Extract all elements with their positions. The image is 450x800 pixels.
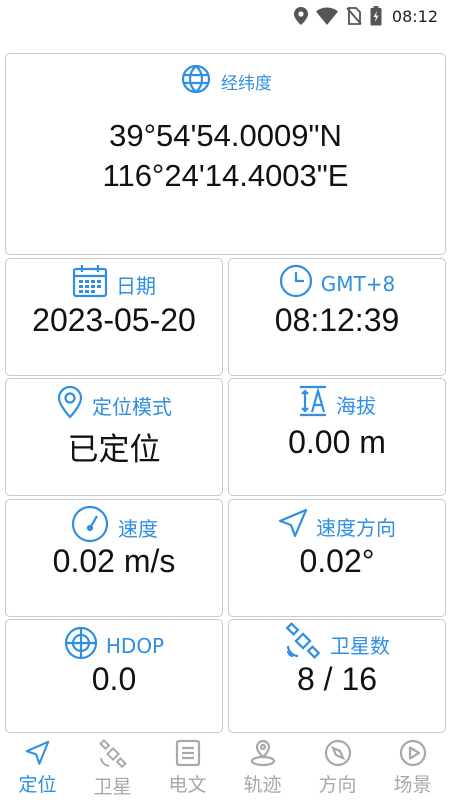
heading-header: 速度方向 — [229, 508, 445, 544]
tab-track[interactable]: 轨迹 — [225, 735, 300, 800]
date-header: 日期 — [6, 264, 222, 304]
altitude-icon — [298, 385, 328, 423]
wifi-icon — [315, 7, 338, 25]
speed-label: 速度 — [118, 516, 158, 541]
satellites-label: 卫星数 — [330, 633, 390, 658]
hdop-value: 0.0 — [91, 661, 137, 697]
globe-icon — [179, 64, 213, 99]
altitude-header: 海拔 — [229, 385, 445, 423]
hdop-card: HDOP 0.0 — [5, 619, 223, 733]
crosshair-icon — [64, 626, 98, 666]
clock-icon — [279, 264, 313, 304]
document-icon — [174, 739, 202, 767]
track-pin-icon — [249, 739, 277, 767]
tab-location[interactable]: 定位 — [0, 735, 75, 800]
tab-direction[interactable]: 方向 — [300, 735, 375, 800]
time-card: GMT+8 08:12:39 — [228, 258, 446, 376]
latitude-value: 39°54'54.0009"N — [109, 118, 342, 153]
satellites-value: 8 / 16 — [296, 661, 378, 697]
altitude-label: 海拔 — [336, 393, 376, 418]
status-icons: 08:12 — [293, 6, 438, 26]
compass-icon — [324, 739, 352, 767]
tab-label: 电文 — [168, 774, 207, 796]
tab-label: 轨迹 — [243, 774, 282, 796]
tab-label: 定位 — [18, 774, 57, 796]
satellites-header: 卫星数 — [229, 622, 445, 666]
tab-messages[interactable]: 电文 — [150, 735, 225, 800]
heading-value: 0.02° — [299, 543, 375, 579]
play-circle-icon — [399, 739, 427, 767]
status-bar: 08:12 — [0, 0, 450, 34]
coordinates-label: 经纬度 — [221, 74, 272, 94]
altitude-card: 海拔 0.00 m — [228, 378, 446, 496]
speed-direction-card: 速度方向 0.02° — [228, 499, 446, 617]
timezone-label: GMT+8 — [320, 272, 396, 296]
status-time: 08:12 — [391, 6, 438, 26]
coordinates-header: 经纬度 — [6, 64, 445, 99]
calendar-icon — [72, 264, 108, 304]
no-sim-icon — [346, 7, 362, 25]
tab-label: 场景 — [393, 774, 432, 796]
date-card: 日期 2023-05-20 — [5, 258, 223, 376]
satellite-icon — [98, 739, 128, 769]
tab-label: 方向 — [318, 774, 357, 796]
tab-satellites[interactable]: 卫星 — [75, 735, 150, 800]
time-value: 08:12:39 — [274, 302, 400, 338]
location-icon — [293, 7, 308, 25]
mode-value: 已定位 — [67, 432, 161, 468]
time-header: GMT+8 — [229, 264, 445, 304]
mode-label: 定位模式 — [92, 394, 172, 419]
heading-label: 速度方向 — [316, 515, 396, 540]
location-mode-card: 定位模式 已定位 — [5, 378, 223, 496]
navigation-arrow-icon — [278, 508, 308, 544]
tab-label: 卫星 — [93, 776, 132, 798]
coordinates-card: 经纬度 39°54'54.0009"N 116°24'14.4003"E — [5, 53, 446, 255]
satellite-count-card: 卫星数 8 / 16 — [228, 619, 446, 733]
bottom-tab-bar: 定位 卫星 电文 轨迹 方向 场景 — [0, 735, 450, 800]
date-label: 日期 — [116, 273, 156, 298]
date-value: 2023-05-20 — [32, 302, 196, 338]
satellite-icon — [284, 622, 322, 666]
mode-header: 定位模式 — [6, 385, 222, 425]
location-pin-icon — [56, 385, 84, 425]
hdop-header: HDOP — [6, 626, 222, 666]
altitude-value: 0.00 m — [288, 424, 386, 460]
speed-value: 0.02 m/s — [52, 543, 176, 579]
longitude-value: 116°24'14.4003"E — [102, 158, 349, 193]
hdop-label: HDOP — [105, 634, 165, 658]
speed-card: 速度 0.02 m/s — [5, 499, 223, 617]
battery-charging-icon — [370, 6, 382, 26]
navigation-arrow-icon — [24, 739, 52, 767]
tab-scene[interactable]: 场景 — [375, 735, 450, 800]
